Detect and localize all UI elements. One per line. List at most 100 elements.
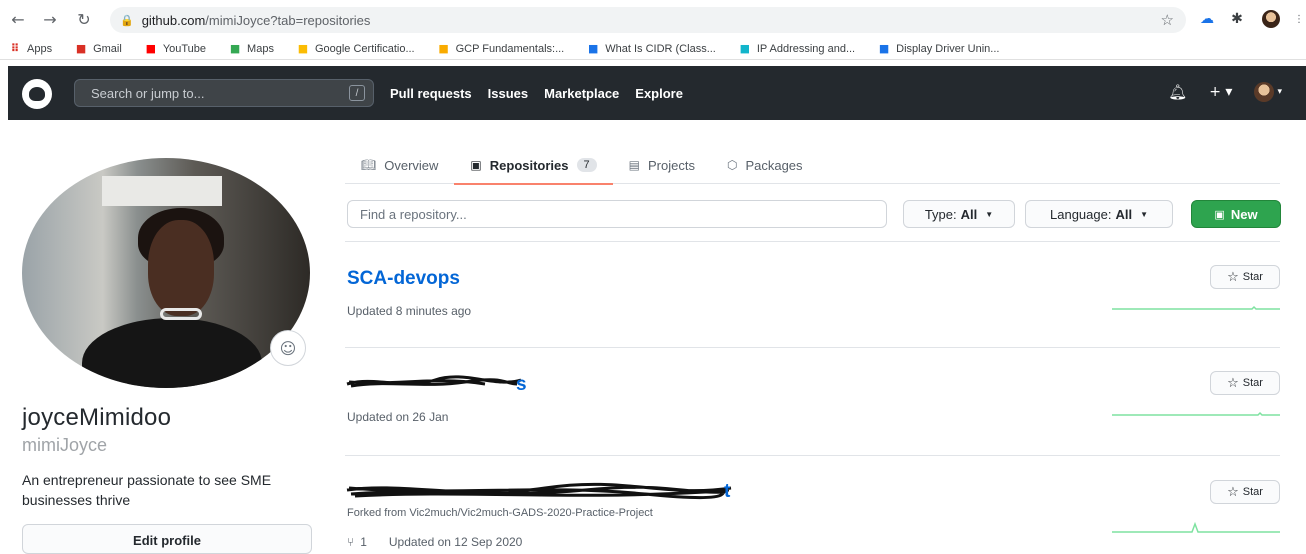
repo-title-link[interactable]: t [724, 481, 730, 503]
set-status-smiley-icon[interactable]: ☺ [270, 330, 306, 366]
redaction-scribble [346, 375, 522, 388]
bookmark-star-icon[interactable]: ☆ [1161, 11, 1174, 29]
bookmark-item[interactable]: ⠿ Apps [8, 42, 53, 55]
new-repository-button[interactable]: ▣ New [1191, 200, 1281, 228]
repo-title-link[interactable]: SCA-devops [347, 268, 460, 290]
reload-icon[interactable]: ↻ [70, 5, 98, 33]
tab-packages[interactable]: ⬡ Packages [711, 146, 819, 184]
edit-profile-button[interactable]: Edit profile [22, 524, 312, 554]
avatar-figure-necklace [160, 308, 202, 320]
star-icon: ☆ [1227, 269, 1239, 285]
bookmark-item[interactable]: ■ GCP Fundamentals:... [437, 42, 564, 55]
activity-sparkline [1112, 305, 1280, 310]
tab-label: Packages [745, 157, 803, 173]
chevron-down-icon: ▼ [985, 209, 994, 219]
find-placeholder: Find a repository... [360, 206, 467, 222]
language-filter-label: Language: [1050, 206, 1112, 222]
profile-login: mimiJoyce [22, 435, 108, 455]
star-label: Star [1242, 271, 1263, 283]
package-icon: ⬡ [726, 158, 738, 172]
bookmark-item[interactable]: ■ YouTube [144, 42, 207, 55]
star-label: Star [1242, 486, 1263, 498]
bookmark-favicon-icon: ■ [229, 42, 241, 55]
bookmark-item[interactable]: ■ Display Driver Unin... [877, 42, 1000, 55]
activity-sparkline [1112, 522, 1280, 533]
extensions-puzzle-icon[interactable]: ✱ [1228, 10, 1246, 28]
profile-name: joyceMimidoo [22, 404, 172, 431]
lock-icon: 🔒 [120, 13, 134, 27]
forward-arrow-icon[interactable]: → [36, 5, 64, 33]
nav-pull-requests[interactable]: Pull requests [390, 86, 472, 101]
star-label: Star [1242, 377, 1263, 389]
github-header: Search or jump to... / Pull requests Iss… [8, 66, 1306, 120]
chevron-down-icon: ▾ [1277, 87, 1282, 97]
repo-title-link[interactable]: s [516, 374, 527, 396]
url-host: github.com [141, 12, 206, 28]
bookmark-label: What Is CIDR (Class... [605, 42, 716, 55]
search-input[interactable]: Search or jump to... / [74, 79, 374, 107]
bookmark-item[interactable]: ■ Gmail [74, 42, 122, 55]
nav-issues[interactable]: Issues [488, 86, 528, 101]
tab-repositories[interactable]: ▣ Repositories 7 [454, 146, 613, 185]
list-divider [345, 241, 1280, 242]
avatar-figure-body [82, 318, 262, 388]
nav-explore[interactable]: Explore [635, 86, 683, 101]
star-button[interactable]: ☆ Star [1210, 371, 1280, 395]
bookmarks-bar: ⠿ Apps ■ Gmail ■ YouTube ■ Maps ■ Google Certific… [0, 38, 1306, 60]
bookmark-favicon-icon: ■ [145, 42, 157, 55]
repo-icon: ▣ [1214, 207, 1225, 221]
bookmark-favicon-icon: ⠿ [10, 42, 20, 55]
star-icon: ☆ [1227, 375, 1239, 391]
user-menu[interactable]: ▾ [1254, 82, 1282, 102]
chevron-down-icon: ▼ [1140, 209, 1148, 219]
browser-profile-avatar[interactable] [1262, 10, 1280, 28]
activity-sparkline [1112, 411, 1280, 416]
book-icon: 📖︎ [361, 158, 377, 172]
header-actions: 🔔︎ + ▾ ▾ [1146, 82, 1282, 102]
bookmark-label: YouTube [162, 42, 207, 55]
tab-label: Projects [647, 157, 695, 173]
new-button-label: New [1230, 206, 1258, 222]
tab-projects[interactable]: ▤ Projects [613, 146, 711, 184]
nav-marketplace[interactable]: Marketplace [544, 86, 619, 101]
star-button[interactable]: ☆ Star [1210, 265, 1280, 289]
bookmark-item[interactable]: ■ Google Certificatio... [296, 42, 415, 55]
tab-overview[interactable]: 📖︎ Overview [345, 146, 454, 184]
bookmark-item[interactable]: ■ Maps [228, 42, 274, 55]
back-arrow-icon[interactable]: ← [4, 5, 32, 33]
bookmark-label: Apps [27, 42, 53, 55]
tab-label: Repositories [489, 157, 569, 173]
extension-cloud-icon[interactable]: ☁ [1198, 10, 1216, 28]
bookmark-item[interactable]: ■ What Is CIDR (Class... [586, 42, 716, 55]
bookmark-label: Display Driver Unin... [896, 42, 1000, 55]
profile-avatar[interactable] [22, 158, 310, 388]
browser-menu-icon[interactable]: ⋮ [1290, 10, 1306, 28]
language-filter-dropdown[interactable]: Language: All ▼ [1025, 200, 1173, 228]
repo-icon: ▣ [470, 158, 482, 172]
repo-updated: Updated 8 minutes ago [347, 304, 472, 318]
bell-icon[interactable]: 🔔︎ [1168, 83, 1187, 101]
avatar-background [102, 176, 222, 206]
forked-from-text: Forked from Vic2much/Vic2much-GADS-2020-… [347, 507, 653, 519]
create-new-dropdown[interactable]: + ▾ [1209, 84, 1232, 100]
redaction-scribble [346, 482, 732, 500]
header-avatar [1254, 82, 1275, 102]
find-repository-input[interactable]: Find a repository... [347, 200, 887, 228]
repo-count-badge: 7 [576, 158, 597, 172]
bookmark-label: Gmail [93, 42, 122, 55]
bookmark-favicon-icon: ■ [588, 42, 599, 55]
type-filter-dropdown[interactable]: Type: All ▼ [903, 200, 1015, 228]
search-placeholder: Search or jump to... [91, 85, 205, 101]
star-button[interactable]: ☆ Star [1210, 480, 1280, 504]
profile-tabs: 📖︎ Overview ▣ Repositories 7 ▤ Projects … [345, 146, 1280, 185]
bookmark-label: Google Certificatio... [314, 42, 415, 55]
bookmark-item[interactable]: ■ IP Addressing and... [738, 42, 855, 55]
list-divider [345, 455, 1280, 456]
language-filter-value: All [1115, 206, 1133, 222]
bookmark-label: Maps [247, 42, 274, 55]
repo-updated: Updated on 26 Jan [347, 410, 449, 424]
github-logo-icon[interactable] [22, 79, 52, 109]
url-path: /mimiJoyce?tab=repositories [205, 12, 371, 28]
type-filter-label: Type: [924, 206, 957, 222]
address-bar[interactable]: 🔒 github.com /mimiJoyce?tab=repositories… [110, 7, 1186, 33]
